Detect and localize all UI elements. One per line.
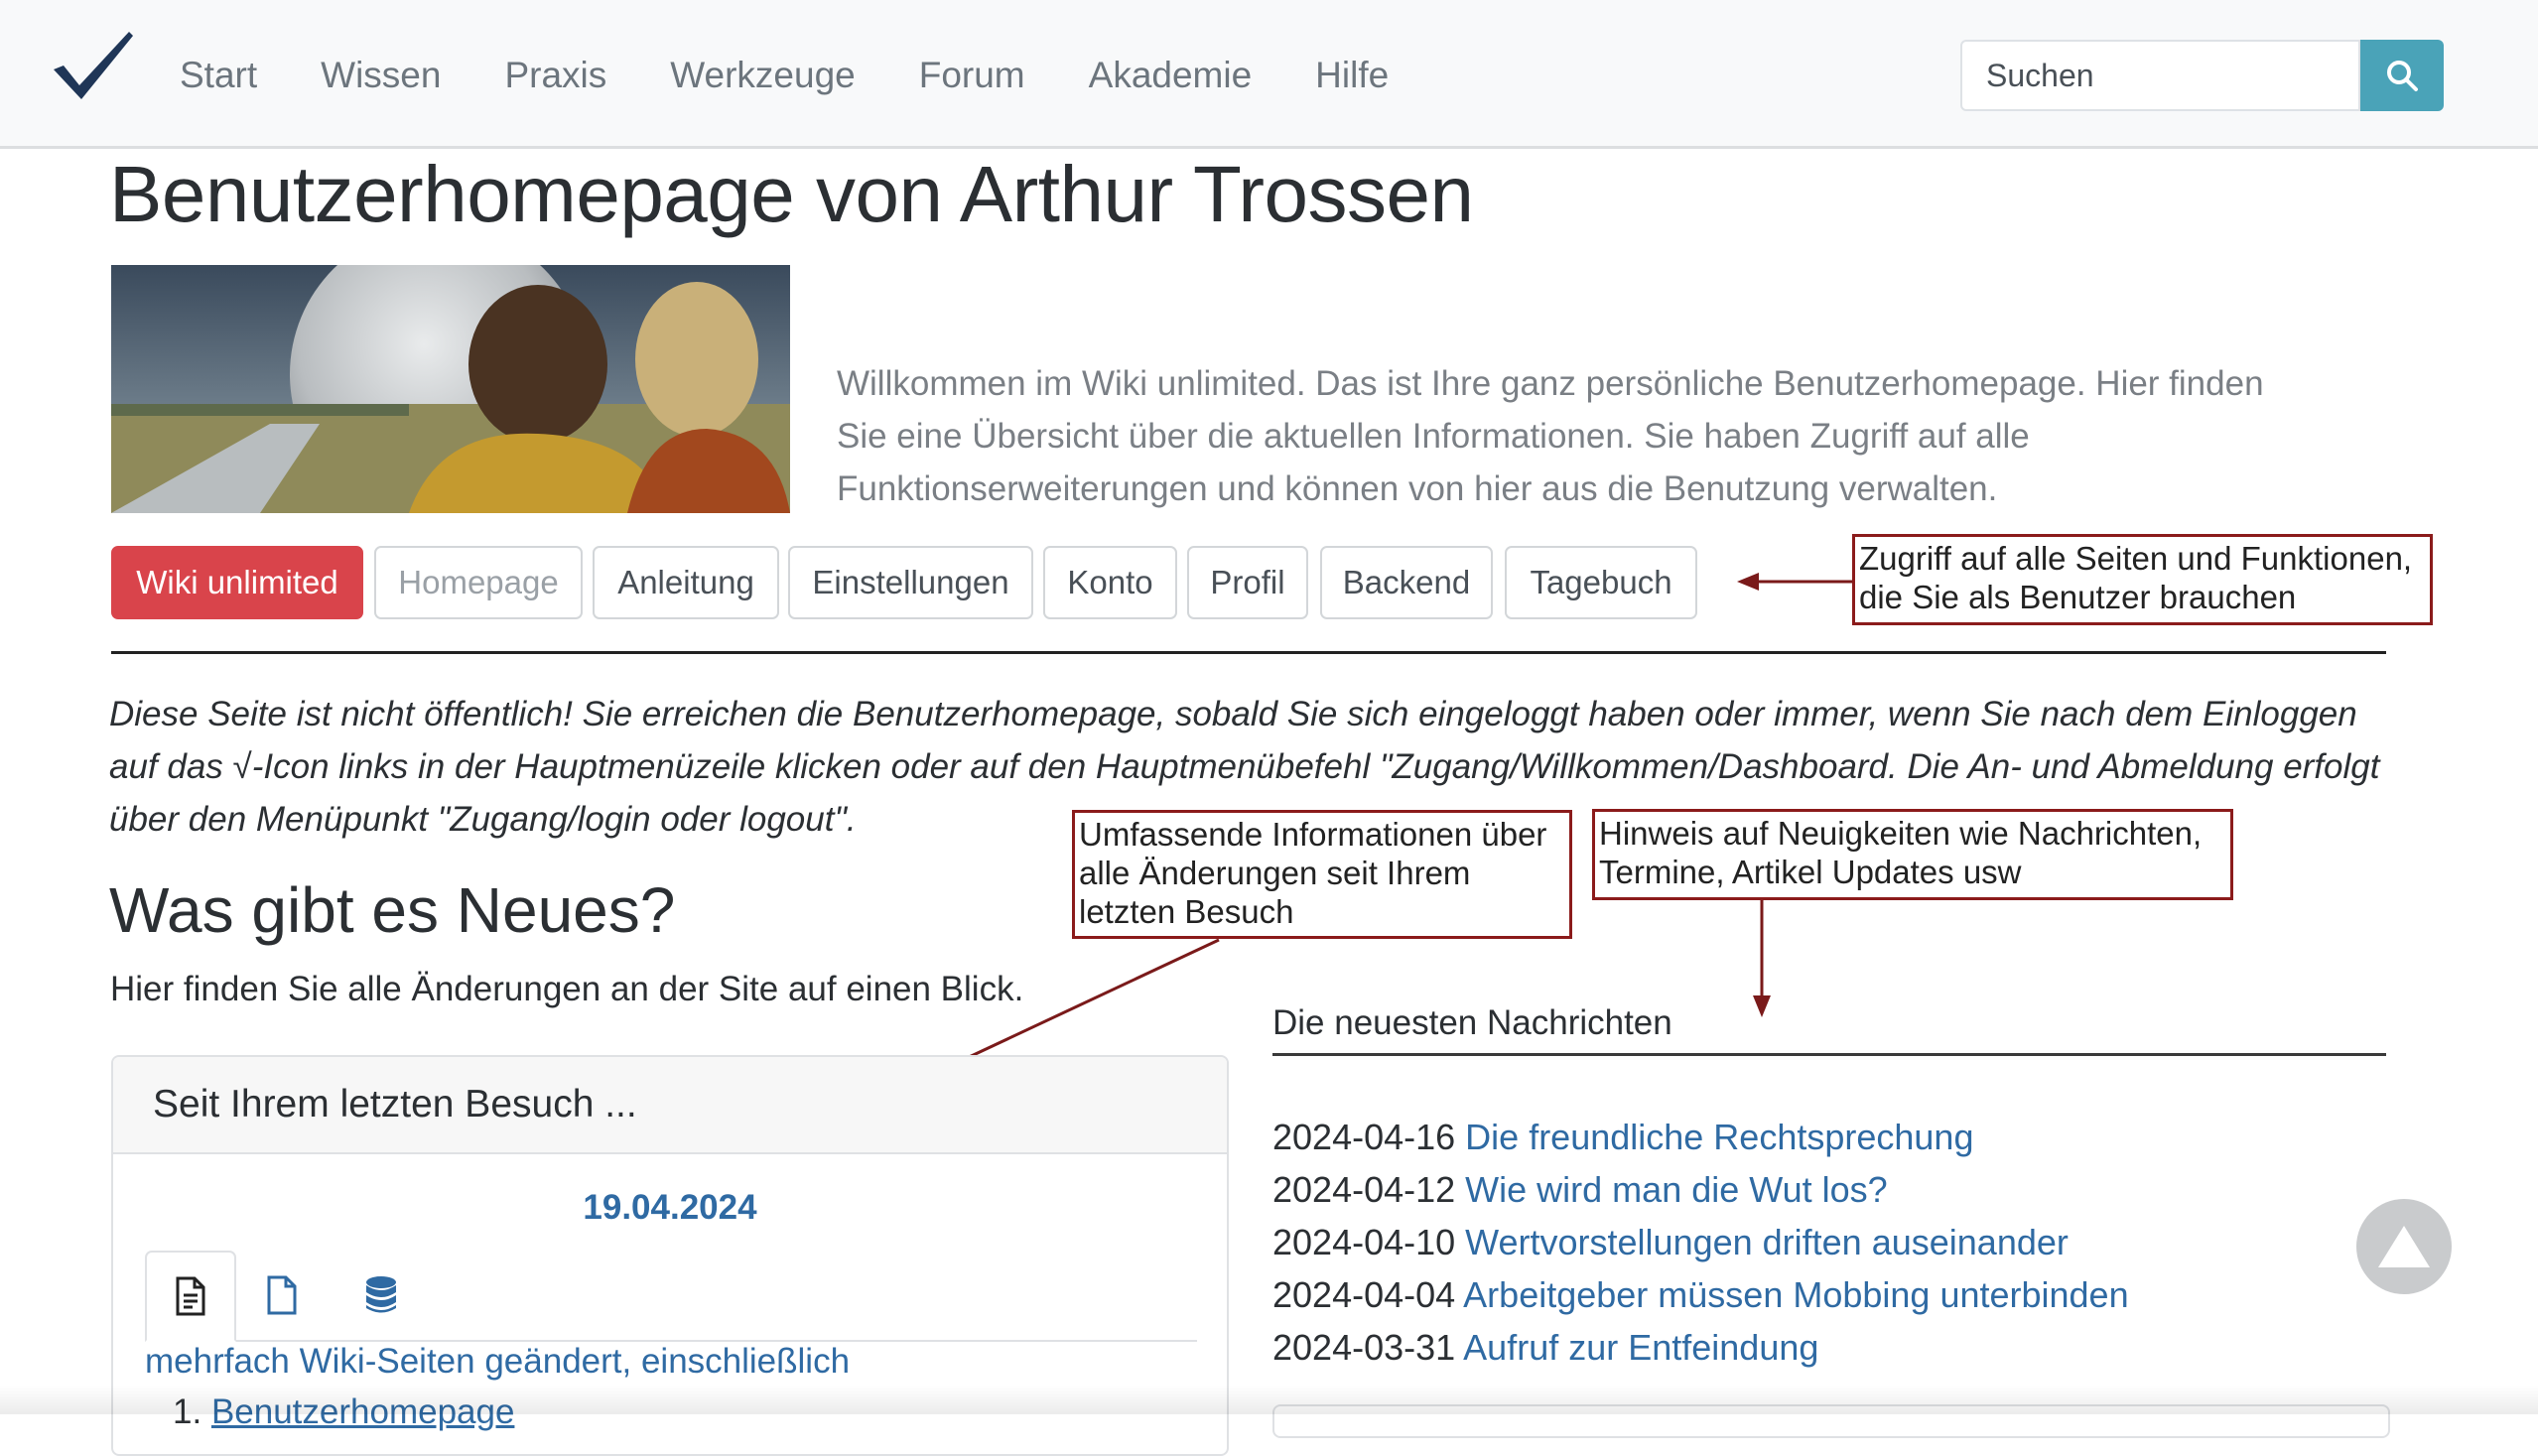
database-icon — [366, 1276, 396, 1313]
news-date: 2024-04-12 — [1272, 1169, 1456, 1210]
news-date: 2024-03-31 — [1272, 1327, 1456, 1368]
news-item: 2024-04-16 Die freundliche Rechtsprechun… — [1272, 1111, 2129, 1163]
news-date: 2024-04-04 — [1272, 1274, 1456, 1315]
news-item: 2024-04-10 Wertvorstellungen driften aus… — [1272, 1216, 2129, 1268]
news-divider — [1272, 1053, 2386, 1056]
news-link[interactable]: Wertvorstellungen driften auseinander — [1465, 1222, 2069, 1262]
annotation-news: Hinweis auf Neuigkeiten wie Nachrichten,… — [1592, 809, 2233, 900]
last-visit-header: Seit Ihrem letzten Besuch ... — [113, 1057, 1227, 1154]
last-visit-date: 19.04.2024 — [583, 1188, 757, 1227]
annotation-buttons: Zugriff auf alle Seiten und Funktionen, … — [1852, 534, 2433, 625]
triangle-up-icon — [2378, 1226, 2430, 1267]
news-link[interactable]: Die freundliche Rechtsprechung — [1465, 1117, 1973, 1157]
section-subtitle: Hier finden Sie alle Änderungen an der S… — [110, 970, 1024, 1008]
change-type-tabs — [145, 1251, 1197, 1342]
divider — [111, 651, 2386, 654]
news-date: 2024-04-10 — [1272, 1222, 1456, 1262]
bottom-shadow — [0, 1385, 2538, 1414]
document-text-icon — [176, 1276, 205, 1316]
news-list: 2024-04-16 Die freundliche Rechtsprechun… — [1272, 1111, 2129, 1374]
tab-pages[interactable] — [145, 1251, 236, 1342]
news-title: Die neuesten Nachrichten — [1272, 1003, 1672, 1042]
news-item: 2024-04-12 Wie wird man die Wut los? — [1272, 1163, 2129, 1216]
tab-files[interactable] — [236, 1251, 328, 1340]
document-icon — [267, 1275, 297, 1315]
news-link[interactable]: Wie wird man die Wut los? — [1465, 1169, 1887, 1210]
annotation-changes: Umfassende Informationen über alle Änder… — [1072, 810, 1572, 939]
news-link[interactable]: Arbeitgeber müssen Mobbing unterbinden — [1463, 1274, 2128, 1315]
section-title-whats-new: Was gibt es Neues? — [109, 874, 676, 946]
scroll-to-top-button[interactable] — [2356, 1199, 2452, 1294]
news-item: 2024-03-31 Aufruf zur Entfeindung — [1272, 1321, 2129, 1374]
news-item: 2024-04-04 Arbeitgeber müssen Mobbing un… — [1272, 1268, 2129, 1321]
tab-database[interactable] — [335, 1251, 427, 1340]
news-link[interactable]: Aufruf zur Entfeindung — [1463, 1327, 1818, 1368]
changed-pages-link[interactable]: mehrfach Wiki-Seiten geändert, einschlie… — [145, 1342, 850, 1382]
news-date: 2024-04-16 — [1272, 1117, 1456, 1157]
